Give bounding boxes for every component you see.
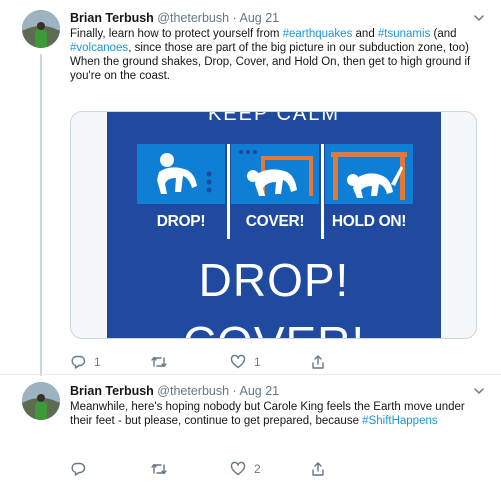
share-icon xyxy=(310,354,326,370)
avatar[interactable] xyxy=(22,10,60,48)
tweet-media-image[interactable]: KEEP CALM DROP! COVER! HOLD ON! DROP! xyxy=(70,111,477,339)
tweet-header: Brian Terbush @theterbush · Aug 21 xyxy=(70,10,487,26)
reply-icon xyxy=(70,461,86,477)
tweet-actions: 2 xyxy=(70,460,400,478)
reply-button[interactable] xyxy=(70,460,94,478)
panel-drop: DROP! xyxy=(137,144,225,239)
reply-button[interactable]: 1 xyxy=(70,353,101,371)
heart-icon xyxy=(230,354,246,370)
hold-on-figure-icon xyxy=(325,144,413,204)
panel-divider xyxy=(321,144,324,239)
retweet-button[interactable] xyxy=(150,460,176,478)
tweet-text-line: When the ground shakes, Drop, Cover, and… xyxy=(70,56,471,82)
hashtag-link[interactable]: #earthquakes xyxy=(283,28,353,40)
tweet-actions: 1 1 xyxy=(70,353,400,371)
retweet-icon xyxy=(150,461,168,477)
hashtag-link[interactable]: #volcanoes xyxy=(70,42,128,54)
author-handle[interactable]: @theterbush xyxy=(157,11,229,25)
tweet-text: Finally, learn how to protect yourself f… xyxy=(70,27,487,83)
share-button[interactable] xyxy=(310,460,326,478)
like-button[interactable]: 1 xyxy=(230,353,261,371)
hashtag-link[interactable]: #ShiftHappens xyxy=(362,415,437,427)
reply-icon xyxy=(70,354,86,370)
avatar[interactable] xyxy=(22,382,60,420)
retweet-button[interactable] xyxy=(150,353,176,371)
hashtag-link[interactable]: #tsunamis xyxy=(378,28,430,40)
separator-dot: · xyxy=(232,11,237,25)
poster-panels: DROP! COVER! HOLD ON! xyxy=(137,144,421,239)
tweet-header: Brian Terbush @theterbush · Aug 21 xyxy=(70,383,487,399)
retweet-icon xyxy=(150,354,168,370)
tweet-date[interactable]: Aug 21 xyxy=(240,384,280,398)
text-span: and xyxy=(352,28,378,40)
tweet[interactable]: Brian Terbush @theterbush · Aug 21 Meanw… xyxy=(0,375,501,485)
cover-figure-icon xyxy=(231,144,319,204)
tweet-content: Brian Terbush @theterbush · Aug 21 Meanw… xyxy=(70,383,487,476)
panel-label: DROP! xyxy=(137,204,225,239)
text-span: Finally, learn how to protect yourself f… xyxy=(70,28,283,40)
panel-label: HOLD ON! xyxy=(325,204,413,239)
share-button[interactable] xyxy=(310,353,326,371)
share-icon xyxy=(310,461,326,477)
heart-icon xyxy=(230,461,246,477)
drop-figure-icon xyxy=(137,144,225,204)
author-name[interactable]: Brian Terbush xyxy=(70,11,154,25)
separator-dot: · xyxy=(232,384,237,398)
tweet-date[interactable]: Aug 21 xyxy=(240,11,280,25)
author-handle[interactable]: @theterbush xyxy=(157,384,229,398)
text-span: , since those are part of the big pictur… xyxy=(128,42,469,54)
chevron-down-icon[interactable] xyxy=(471,383,487,399)
panel-hold-on: HOLD ON! xyxy=(325,144,413,239)
text-span: (and xyxy=(430,28,457,40)
author-name[interactable]: Brian Terbush xyxy=(70,384,154,398)
panel-label: COVER! xyxy=(231,204,319,239)
tweet-content: Brian Terbush @theterbush · Aug 21 Final… xyxy=(70,10,487,369)
like-button[interactable]: 2 xyxy=(230,460,261,478)
tweet[interactable]: Brian Terbush @theterbush · Aug 21 Final… xyxy=(0,0,501,375)
poster-big-text: COVER! xyxy=(107,315,441,338)
like-count: 2 xyxy=(254,462,261,476)
panel-divider xyxy=(227,144,230,239)
like-count: 1 xyxy=(254,355,261,369)
chevron-down-icon[interactable] xyxy=(471,10,487,26)
poster-top-text: KEEP CALM xyxy=(207,112,341,125)
drop-cover-hold-on-poster: KEEP CALM DROP! COVER! HOLD ON! DROP! xyxy=(107,112,441,338)
tweet-text: Meanwhile, here's hoping nobody but Caro… xyxy=(70,400,487,428)
reply-count: 1 xyxy=(94,355,101,369)
panel-cover: COVER! xyxy=(231,144,319,239)
poster-big-text: DROP! xyxy=(198,254,350,306)
